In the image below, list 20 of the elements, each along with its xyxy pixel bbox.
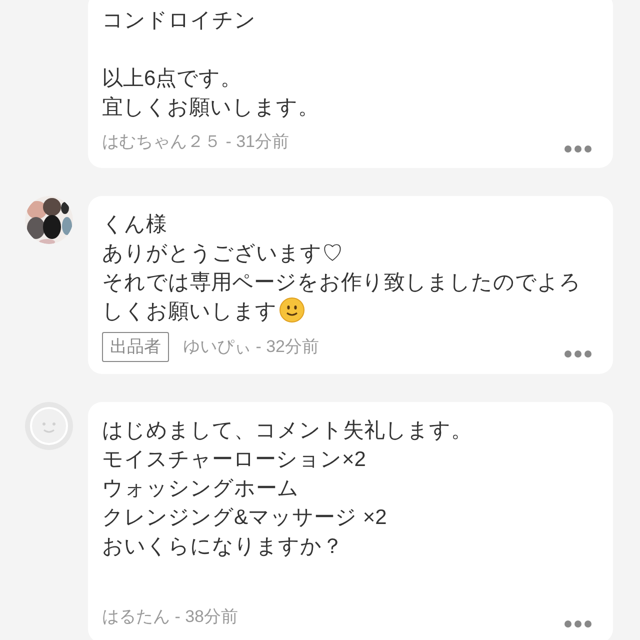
comment-text: それでは専用ページをお作り致しましたのでよろしくお願いします	[102, 270, 582, 325]
smiley-icon	[279, 297, 305, 323]
comment-text: モイスチャーローション×2	[102, 447, 367, 473]
comment-text: くん様	[102, 212, 168, 238]
more-icon[interactable]	[564, 145, 592, 153]
comment-text: はじめまして、コメント失礼します。	[102, 418, 473, 444]
comment-meta: ゆいぴぃ - 32分前	[183, 336, 320, 358]
comment-text: コンドロイチン	[102, 8, 257, 34]
more-icon[interactable]	[564, 620, 592, 628]
comment-text: ありがとうございます♡	[102, 241, 344, 267]
comment-text: 以上6点です。	[102, 66, 243, 92]
comment-text: 宜しくお願いします。	[102, 95, 320, 121]
comment-text: クレンジング&マッサージ ×2	[102, 505, 388, 531]
avatar-icon	[25, 402, 73, 450]
comment-text: ウォッシングホーム	[102, 476, 300, 502]
seller-badge: 出品者	[102, 332, 169, 362]
comment-meta: はむちゃん２５ - 31分前	[102, 131, 290, 153]
comment-meta: はるたん - 38分前	[102, 606, 238, 628]
more-icon[interactable]	[564, 350, 592, 358]
comment-text: おいくらになりますか？	[102, 534, 344, 560]
